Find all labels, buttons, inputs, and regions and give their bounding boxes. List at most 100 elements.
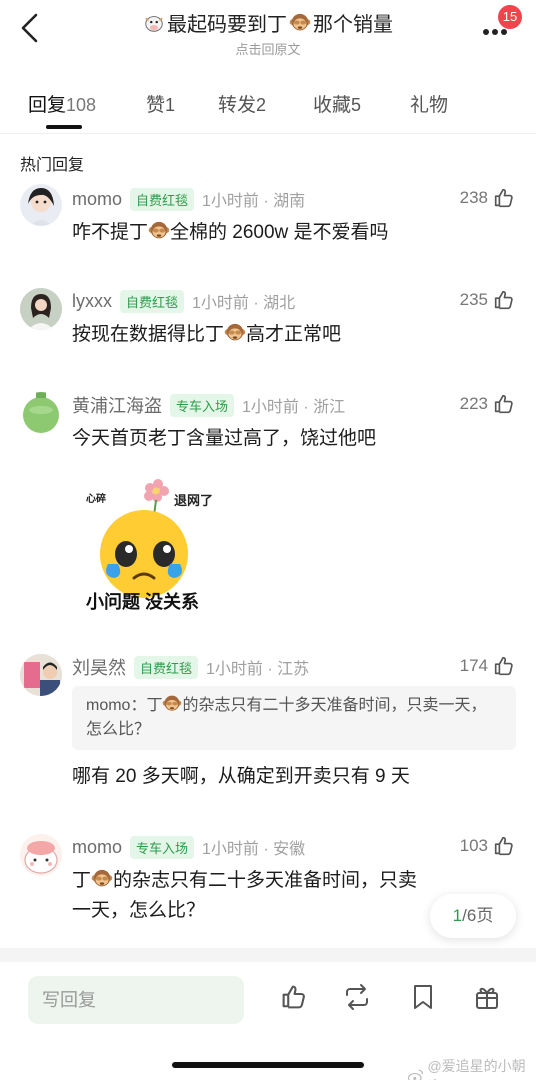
like-button[interactable]: 235	[460, 288, 516, 312]
username[interactable]: 刘昊然	[72, 654, 126, 680]
comment-text-part: 高才正常吧	[246, 324, 342, 345]
tab-favorites[interactable]: 收藏5	[313, 90, 361, 117]
user-tag: 自费红毯	[120, 289, 185, 313]
username[interactable]: momo	[72, 189, 122, 210]
sticker-text-left: 心碎	[86, 494, 106, 505]
tab-gifts[interactable]: 礼物	[410, 90, 448, 117]
thumbs-up-icon	[494, 836, 513, 856]
comment-time-location: 1小时前 · 安徽	[202, 841, 306, 858]
comment-text-part: 咋不提丁	[72, 222, 149, 243]
tab-count: 5	[351, 95, 362, 115]
tab-label: 礼物	[410, 95, 449, 116]
tab-replies[interactable]: 回复108	[28, 90, 96, 117]
gift-icon[interactable]	[472, 982, 502, 1012]
watermark-text: @爱追星的小朝迎	[427, 1058, 526, 1080]
interaction-tabs: 回复108 赞1 转发2 收藏5 礼物	[0, 80, 536, 134]
like-button[interactable]: 238	[460, 186, 516, 210]
comment-text: 丁的杂志只有二十多天准备时间，只卖一天，怎么比？	[72, 866, 432, 926]
comment-meta: 刘昊然 自费红毯 1小时前 · 江苏	[72, 654, 309, 680]
comment-text-part: 的杂志只有二十多天准备时间，只卖一天，怎么比？	[72, 870, 418, 921]
comment-meta: momo 专车入场 1小时前 · 安徽	[72, 834, 305, 860]
avatar[interactable]	[20, 654, 62, 696]
monkey-emoji-icon	[91, 869, 113, 887]
quoted-reply[interactable]: momo：丁 的杂志只有二十多天准备时间，只卖一天，怎么比？	[72, 686, 516, 750]
comment-text: 按现在数据得比丁 高才正常吧	[72, 320, 516, 350]
post-title: 最起码要到丁 那个销量	[120, 8, 416, 37]
total-pages: /6页	[462, 906, 494, 925]
quote-text-part: momo：丁	[86, 697, 163, 714]
reply-input[interactable]: 写回复	[28, 976, 244, 1024]
notification-badge: 15	[498, 5, 522, 29]
more-dot-icon	[492, 29, 498, 35]
comment-meta: lyxxx 自费红毯 1小时前 · 湖北	[72, 288, 295, 314]
avatar[interactable]	[20, 834, 62, 876]
user-tag: 自费红毯	[130, 187, 195, 211]
like-count: 174	[459, 656, 488, 675]
bookmark-icon[interactable]	[408, 982, 438, 1012]
username[interactable]: lyxxx	[72, 291, 112, 312]
avatar[interactable]	[20, 392, 62, 434]
active-tab-indicator	[46, 125, 82, 129]
weibo-watermark: @爱追星的小朝迎	[408, 1056, 536, 1080]
tab-label: 转发	[218, 95, 257, 116]
post-title-area[interactable]: 最起码要到丁 那个销量 点击回原文	[120, 8, 416, 58]
like-button[interactable]: 174	[460, 654, 516, 678]
home-indicator[interactable]	[172, 1062, 364, 1068]
comment-text-part: 按现在数据得比丁	[72, 324, 225, 345]
sticker-caption: 小问题 没关系	[86, 592, 200, 612]
weibo-logo-icon	[408, 1069, 424, 1080]
comment-text-part: 丁	[72, 870, 92, 891]
comment-time-location: 1小时前 · 江苏	[206, 661, 310, 678]
cow-emoji-icon	[145, 15, 163, 32]
comment-time-location: 1小时前 · 浙江	[242, 399, 346, 416]
monkey-emoji-icon	[163, 695, 182, 711]
monkey-emoji-icon	[148, 221, 170, 239]
comment-meta: momo 自费红毯 1小时前 · 湖南	[72, 186, 305, 212]
like-button[interactable]: 103	[460, 834, 516, 858]
comment-time-location: 1小时前 · 湖北	[192, 295, 296, 312]
thumbs-up-icon	[494, 394, 513, 414]
tab-reposts[interactable]: 转发2	[218, 90, 266, 117]
back-arrow-icon[interactable]	[18, 12, 42, 44]
avatar[interactable]	[20, 288, 62, 330]
like-count: 235	[459, 290, 488, 309]
thumbs-up-icon	[494, 188, 513, 208]
comment-time-location: 1小时前 · 湖南	[202, 193, 306, 210]
top-nav-bar: 最起码要到丁 那个销量 点击回原文 15	[0, 0, 536, 64]
like-count: 238	[459, 188, 488, 207]
hot-replies-heading: 热门回复	[20, 157, 85, 174]
avatar[interactable]	[20, 184, 62, 226]
tab-likes[interactable]: 赞1	[146, 90, 175, 117]
tab-count: 2	[256, 95, 267, 115]
tab-count: 1	[165, 95, 176, 115]
thumbs-up-icon	[494, 656, 513, 676]
post-title-part1: 最起码要到丁	[167, 14, 287, 36]
tab-label: 回复	[28, 95, 67, 116]
crying-emoji-sticker[interactable]: 心碎 退网了 小问题 没关系	[84, 472, 224, 612]
user-tag: 自费红毯	[134, 655, 199, 679]
user-tag: 专车入场	[130, 835, 195, 859]
current-page: 1	[452, 906, 463, 925]
comment-meta: 黄浦江海盗 专车入场 1小时前 · 浙江	[72, 392, 345, 418]
thumbs-up-icon	[494, 290, 513, 310]
comment-text: 今天首页老丁含量过高了，饶过他吧	[72, 428, 377, 449]
back-to-original-link[interactable]: 点击回原文	[120, 39, 416, 58]
username[interactable]: momo	[72, 837, 122, 858]
tab-count: 108	[66, 95, 97, 115]
like-icon[interactable]	[279, 982, 309, 1012]
like-count: 223	[459, 394, 488, 413]
sticker-text-right: 退网了	[174, 493, 214, 508]
more-dot-icon	[501, 29, 507, 35]
user-tag: 专车入场	[170, 393, 235, 417]
username[interactable]: 黄浦江海盗	[72, 392, 162, 418]
repost-icon[interactable]	[342, 982, 372, 1012]
comment-text: 哪有 20 多天啊，从确定到开卖只有 9 天	[72, 766, 410, 787]
monkey-emoji-icon	[224, 323, 246, 341]
page-indicator[interactable]: 1/6页	[430, 894, 516, 938]
like-count: 103	[459, 836, 488, 855]
more-dot-icon	[483, 29, 489, 35]
like-button[interactable]: 223	[460, 392, 516, 416]
post-title-part2: 那个销量	[313, 14, 393, 36]
tab-label: 赞	[146, 95, 166, 116]
divider	[0, 948, 536, 962]
